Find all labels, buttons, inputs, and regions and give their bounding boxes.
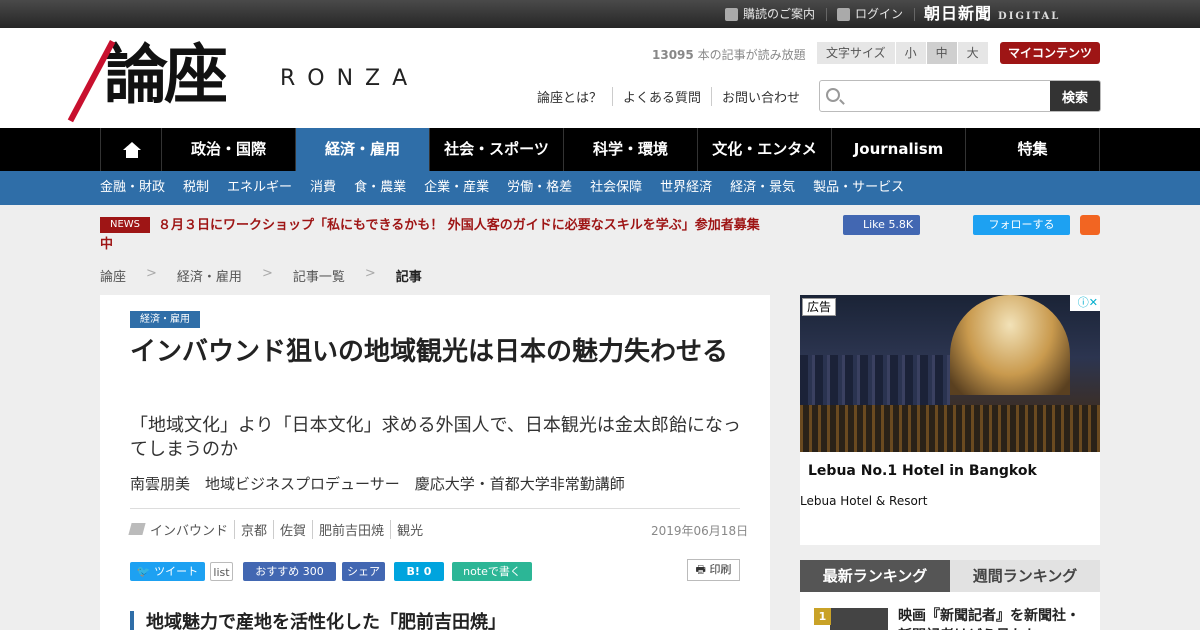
ad-close-icon[interactable]: ⓘ✕	[1070, 295, 1100, 311]
category-badge[interactable]: 経済・雇用	[130, 311, 200, 328]
subnav-item[interactable]: 消費	[310, 171, 336, 205]
tag-icon	[128, 523, 146, 535]
tab-weekly-ranking[interactable]: 週間ランキング	[950, 560, 1100, 592]
asahi-digital-logo[interactable]: 朝日新聞 DIGITAL	[924, 0, 1060, 28]
tag-item[interactable]: 観光	[390, 520, 429, 539]
font-size-small[interactable]: 小	[895, 42, 927, 64]
facebook-recommend-button[interactable]: おすすめ 300	[243, 562, 336, 581]
site-header: 論座 RONZA 13095 本の記事が読み放題 文字サイズ 小 中 大 マイコ…	[0, 28, 1200, 128]
ronza-logo-roman: RONZA	[280, 66, 420, 91]
publish-date: 2019年06月18日	[651, 524, 749, 538]
login-link[interactable]: ログイン	[837, 0, 903, 28]
article-count: 13095 本の記事が読み放題	[652, 48, 806, 62]
ad-image-lights	[800, 405, 1100, 452]
subnav-item[interactable]: 労働・格差	[507, 171, 572, 205]
ronza-logo[interactable]: 論座	[104, 36, 228, 116]
font-size-selector: 文字サイズ 小 中 大	[817, 42, 989, 64]
my-content-button[interactable]: マイコンテンツ	[1000, 42, 1100, 64]
list-button[interactable]: list	[210, 562, 233, 581]
chevron-right-icon: >	[364, 266, 376, 281]
faq-link[interactable]: よくある質問	[612, 87, 711, 106]
ad-image[interactable]: 広告 ⓘ✕	[800, 295, 1100, 452]
chevron-right-icon: >	[261, 266, 273, 281]
divider	[130, 508, 740, 509]
search-box: 検索	[819, 80, 1101, 112]
news-badge: NEWS	[100, 217, 150, 233]
subnav-item[interactable]: 製品・サービス	[813, 171, 904, 205]
nav-politics[interactable]: 政治・国際	[162, 128, 296, 171]
article-panel: 経済・雇用 インバウンド狙いの地域観光は日本の魅力失わせる 「地域文化」より「日…	[100, 295, 770, 630]
ad-headline[interactable]: Lebua No.1 Hotel in Bangkok	[808, 463, 1037, 479]
subnav-item[interactable]: 経済・景気	[730, 171, 795, 205]
nav-culture[interactable]: 文化・エンタメ	[698, 128, 832, 171]
ranking-title[interactable]: 映画『新聞記者』を新聞社・新聞記者はどう見たか	[898, 606, 1088, 630]
rank-number: 1	[814, 608, 831, 625]
ranking-widget: 最新ランキング 週間ランキング 1 映画『新聞記者』を新聞社・新聞記者はどう見た…	[800, 560, 1100, 630]
subnav-item[interactable]: 企業・産業	[424, 171, 489, 205]
printer-icon: 🖶	[695, 563, 706, 576]
subnav-item[interactable]: 金融・財政	[100, 171, 165, 205]
twitter-icon: 🐦	[136, 565, 151, 578]
about-link[interactable]: 論座とは？	[537, 87, 612, 106]
divider	[914, 8, 915, 21]
tag-item[interactable]: 京都	[234, 520, 273, 539]
font-size-label: 文字サイズ	[817, 42, 896, 64]
search-icon	[826, 88, 840, 102]
subscription-guide-link[interactable]: 購読のご案内	[725, 0, 815, 28]
search-input[interactable]	[848, 81, 1048, 111]
header-links: 論座とは？ よくある質問 お問い合わせ	[537, 87, 810, 106]
tag-item[interactable]: 肥前吉田焼	[312, 520, 390, 539]
tag-list: インバウンド 京都 佐賀 肥前吉田焼 観光	[128, 520, 429, 539]
subnav-item[interactable]: 社会保障	[590, 171, 642, 205]
ad-image-dome	[950, 295, 1070, 395]
subnav-item[interactable]: 世界経済	[660, 171, 712, 205]
search-button[interactable]: 検索	[1050, 81, 1100, 111]
tab-latest-ranking[interactable]: 最新ランキング	[800, 560, 950, 592]
nav-economy[interactable]: 経済・雇用	[296, 128, 430, 171]
hatena-bookmark-button[interactable]: B! 0	[394, 562, 444, 581]
note-button[interactable]: noteで書く	[452, 562, 532, 581]
tweet-button[interactable]: 🐦 ツイート	[130, 562, 205, 581]
subnav-item[interactable]: エネルギー	[227, 171, 292, 205]
main-nav: 政治・国際 経済・雇用 社会・スポーツ 科学・環境 文化・エンタメ Journa…	[0, 128, 1200, 171]
facebook-like-button[interactable]: Like 5.8K	[843, 215, 920, 235]
print-button[interactable]: 🖶 印刷	[687, 559, 740, 581]
ad-label: 広告	[802, 298, 837, 316]
nav-home[interactable]	[100, 128, 162, 171]
section-heading: 地域魅力で産地を活性化した「肥前吉田焼」	[130, 611, 740, 630]
subnav-item[interactable]: 税制	[183, 171, 209, 205]
breadcrumb: 論座 > 経済・雇用 > 記事一覧 > 記事	[100, 266, 422, 285]
nav-journalism[interactable]: Journalism	[832, 128, 966, 171]
sub-nav: 金融・財政 税制 エネルギー 消費 食・農業 企業・産業 労働・格差 社会保障 …	[0, 171, 1200, 205]
article-title: インバウンド狙いの地域観光は日本の魅力失わせる	[130, 337, 729, 367]
advertisement[interactable]: 広告 ⓘ✕ Lebua No.1 Hotel in Bangkok Lebua …	[800, 295, 1100, 545]
article-subtitle: 「地域文化」より「日本文化」求める外国人で、日本観光は金太郎飴になってしまうのか	[130, 415, 741, 460]
edit-icon	[725, 7, 738, 21]
contact-link[interactable]: お問い合わせ	[711, 87, 810, 106]
font-size-medium[interactable]: 中	[926, 42, 958, 64]
breadcrumb-item[interactable]: 記事一覧	[293, 266, 345, 285]
top-bar: 購読のご案内 ログイン 朝日新聞 DIGITAL	[0, 0, 1200, 28]
breadcrumb-current: 記事	[395, 270, 422, 285]
breadcrumb-item[interactable]: 論座	[100, 266, 126, 285]
divider	[826, 8, 827, 21]
nav-science[interactable]: 科学・環境	[564, 128, 698, 171]
news-headline[interactable]: ８月３日にワークショップ「私にもできるかも！ 外国人客のガイドに必要なスキルを学…	[100, 216, 770, 254]
font-size-large[interactable]: 大	[957, 42, 989, 64]
nav-society[interactable]: 社会・スポーツ	[430, 128, 564, 171]
tag-item[interactable]: 佐賀	[273, 520, 312, 539]
nav-special[interactable]: 特集	[966, 128, 1100, 171]
author-line[interactable]: 南雲朋美 地域ビジネスプロデューサー 慶応大学・首都大学非常勤講師	[130, 473, 625, 494]
lock-icon	[837, 7, 850, 21]
twitter-follow-button[interactable]: フォローする	[973, 215, 1070, 235]
rss-icon[interactable]	[1080, 215, 1100, 235]
subnav-item[interactable]: 食・農業	[354, 171, 406, 205]
ranking-thumbnail[interactable]	[830, 608, 888, 630]
facebook-share-button[interactable]: シェア	[342, 562, 385, 581]
chevron-right-icon: >	[146, 266, 157, 281]
breadcrumb-item[interactable]: 経済・雇用	[177, 266, 242, 285]
ad-advertiser: Lebua Hotel & Resort	[800, 494, 928, 508]
home-icon	[123, 142, 141, 158]
tag-item[interactable]: インバウンド	[150, 520, 234, 539]
